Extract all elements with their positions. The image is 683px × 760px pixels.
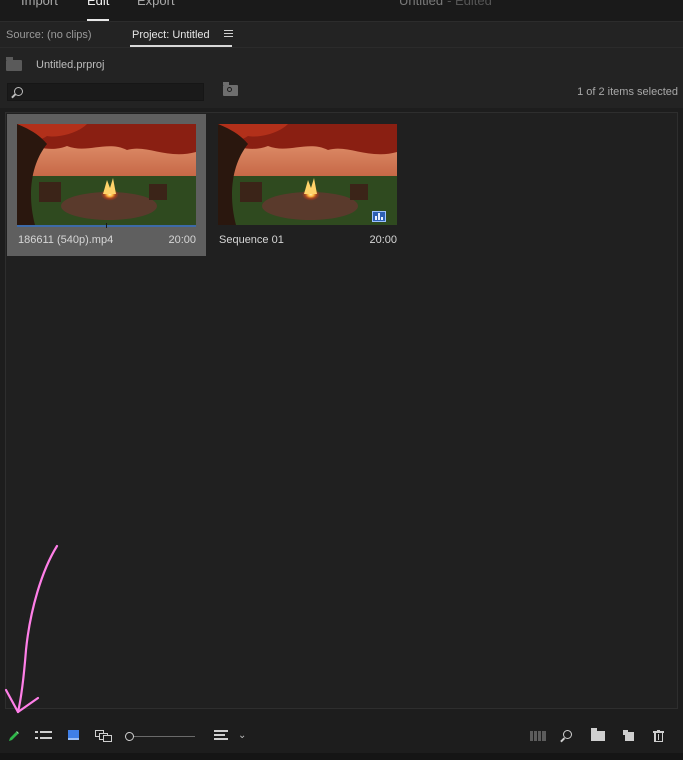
new-search-bin-icon[interactable] xyxy=(223,82,238,96)
edit-tab[interactable]: Edit xyxy=(87,0,110,21)
tab-project[interactable]: Project: Untitled xyxy=(130,29,232,47)
sort-icons-icon[interactable] xyxy=(214,730,230,741)
panel-tab-bar: Source: (no clips) Project: Untitled xyxy=(0,22,683,48)
item-name[interactable]: 186611 (540p).mp4 xyxy=(18,234,113,246)
workspace-bar: Import Edit Export Untitled - Edited xyxy=(0,0,683,22)
automate-to-sequence-icon[interactable] xyxy=(530,731,546,741)
freeform-view-icon[interactable] xyxy=(95,730,113,742)
find-icon[interactable] xyxy=(563,730,572,739)
selection-count: 1 of 2 items selected xyxy=(577,86,678,98)
window-edge xyxy=(0,753,683,760)
search-input[interactable] xyxy=(7,83,204,101)
pencil-icon[interactable] xyxy=(8,730,20,742)
search-row: 1 of 2 items selected xyxy=(0,78,683,108)
media-item-clip[interactable]: 186611 (540p).mp4 20:00 xyxy=(7,114,206,256)
item-name[interactable]: Sequence 01 xyxy=(219,234,284,246)
item-duration: 20:00 xyxy=(369,234,397,246)
thumbnail-zoom-slider[interactable] xyxy=(125,732,195,741)
media-item-sequence[interactable]: Sequence 01 20:00 xyxy=(208,114,407,256)
clip-playhead xyxy=(106,223,107,228)
project-file-name: Untitled.prproj xyxy=(36,59,105,71)
sequence-badge-icon xyxy=(372,211,386,222)
project-items-grid[interactable]: 186611 (540p).mp4 20:00 Sequence 01 20:0… xyxy=(5,112,678,709)
new-bin-icon[interactable] xyxy=(591,728,605,741)
trash-icon[interactable] xyxy=(653,730,664,742)
import-tab[interactable]: Import xyxy=(21,0,58,8)
icon-view-icon[interactable] xyxy=(68,730,79,740)
chevron-down-icon[interactable]: ⌄ xyxy=(238,730,246,741)
bin-icon xyxy=(6,57,22,71)
item-duration: 20:00 xyxy=(168,234,196,246)
sequence-thumbnail xyxy=(218,124,397,225)
new-item-icon[interactable] xyxy=(623,730,634,741)
panel-menu-icon[interactable] xyxy=(224,30,233,38)
tab-source[interactable]: Source: (no clips) xyxy=(6,29,92,41)
slider-knob[interactable] xyxy=(125,732,134,741)
search-icon xyxy=(14,87,23,96)
document-title: Untitled - Edited xyxy=(399,0,492,8)
project-panel-toolbar: ⌄ xyxy=(0,719,683,753)
export-tab[interactable]: Export xyxy=(137,0,175,8)
clip-thumbnail xyxy=(17,124,196,225)
project-path-row: Untitled.prproj xyxy=(0,48,683,78)
list-view-icon[interactable] xyxy=(35,731,52,741)
